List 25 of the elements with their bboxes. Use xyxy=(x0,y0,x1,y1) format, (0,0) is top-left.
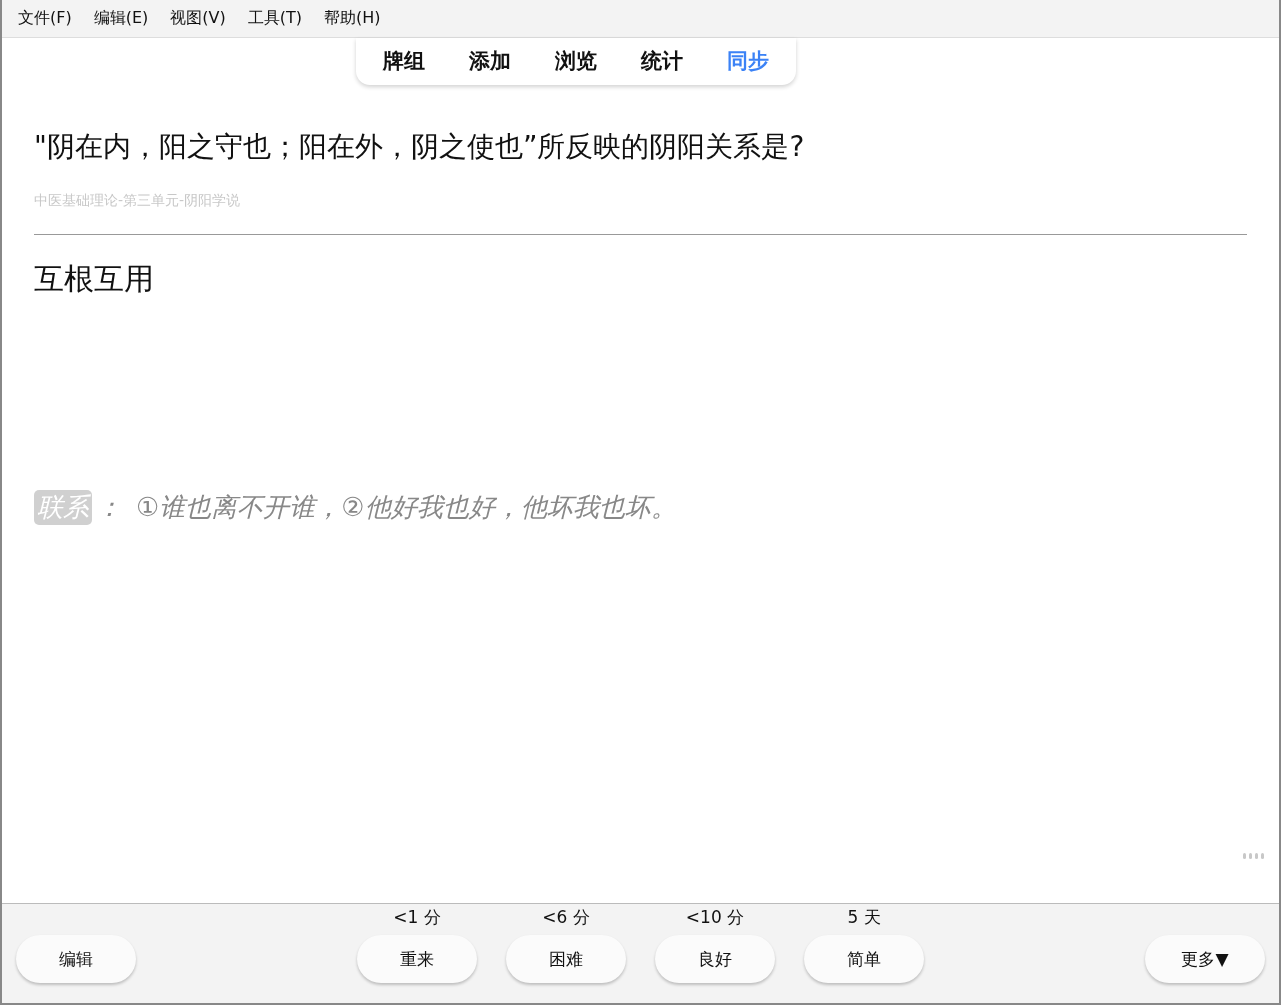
toolbar-tab[interactable]: 浏览 xyxy=(554,47,597,75)
toolbar-tab[interactable]: 统计 xyxy=(640,47,683,75)
toolbar-tab[interactable]: 牌组 xyxy=(382,47,425,75)
answer-button[interactable]: 困难 xyxy=(506,935,626,983)
menu-item[interactable]: 帮助(H) xyxy=(324,8,381,29)
menu-item[interactable]: 工具(T) xyxy=(247,8,302,29)
edit-button[interactable]: 编辑 xyxy=(16,935,136,983)
answer-button[interactable]: 重来 xyxy=(357,935,477,983)
resize-handle-icon[interactable] xyxy=(1243,853,1265,859)
menu-item[interactable]: 视图(V) xyxy=(170,8,226,29)
toolbar-tab[interactable]: 添加 xyxy=(468,47,511,75)
toolbar-tab[interactable]: 同步 xyxy=(726,47,769,75)
answer-text: 互根互用 xyxy=(34,260,155,298)
menu-item[interactable]: 文件(F) xyxy=(18,8,72,29)
note-separator: ： xyxy=(96,491,122,524)
more-button[interactable]: 更多▼ xyxy=(1145,935,1265,983)
interval-label: 5 天 xyxy=(847,906,881,929)
answer-button[interactable]: 简单 xyxy=(804,935,924,983)
interval-label: <1 分 xyxy=(393,906,441,929)
menu-item[interactable]: 编辑(E) xyxy=(93,8,149,29)
answer-button[interactable]: 良好 xyxy=(655,935,775,983)
question-text: "阴在内，阳之守也；阳在外，阴之使也”所反映的阴阳关系是? xyxy=(34,129,806,165)
interval-label: <10 分 xyxy=(685,906,745,929)
note-text: ①谁也离不开谁，②他好我也好，他坏我也坏。 xyxy=(136,491,677,524)
interval-label: <6 分 xyxy=(542,906,590,929)
